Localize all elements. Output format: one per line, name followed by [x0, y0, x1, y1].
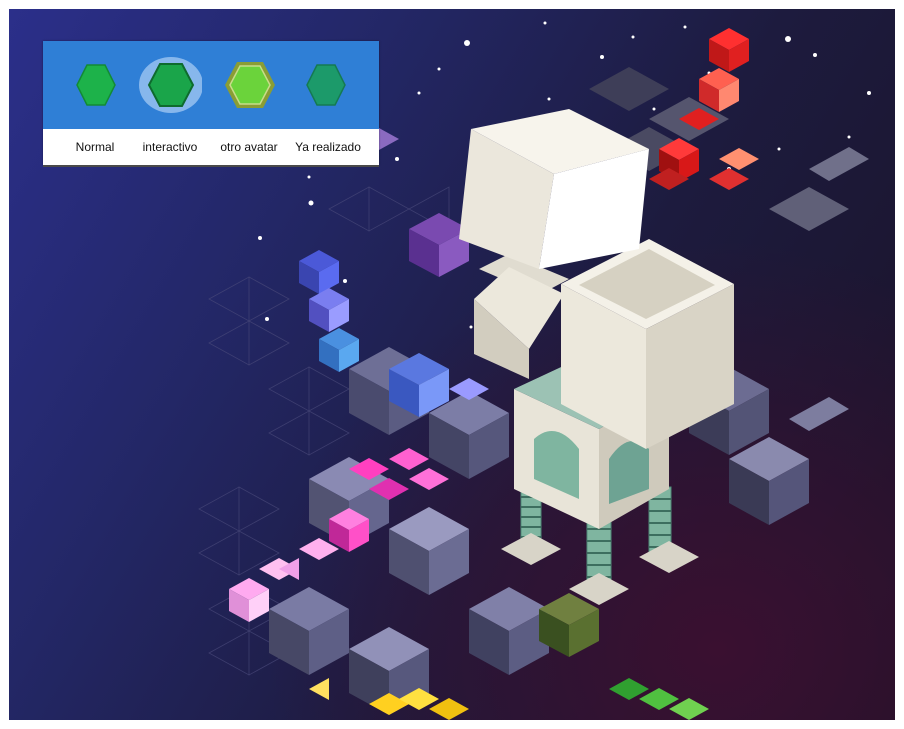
- hex-interactive-icon: [138, 55, 202, 115]
- hex-normal-icon: [63, 55, 127, 115]
- hex-other-avatar-icon: [217, 55, 281, 115]
- legend-divider: [43, 165, 379, 167]
- legend-label-done: Ya realizado: [295, 140, 361, 154]
- cube-cluster-blue: [299, 128, 489, 417]
- map-scene: Normal interactivo otro avatar Ya realiz…: [9, 9, 895, 720]
- legend-label-interactive: interactivo: [142, 140, 198, 154]
- legend-label-normal: Normal: [75, 140, 115, 154]
- hex-done-icon: [293, 55, 357, 115]
- state-legend: Normal interactivo otro avatar Ya realiz…: [43, 41, 379, 167]
- legend-label-other-avatar: otro avatar: [220, 140, 278, 154]
- robot-avatar: [459, 109, 734, 605]
